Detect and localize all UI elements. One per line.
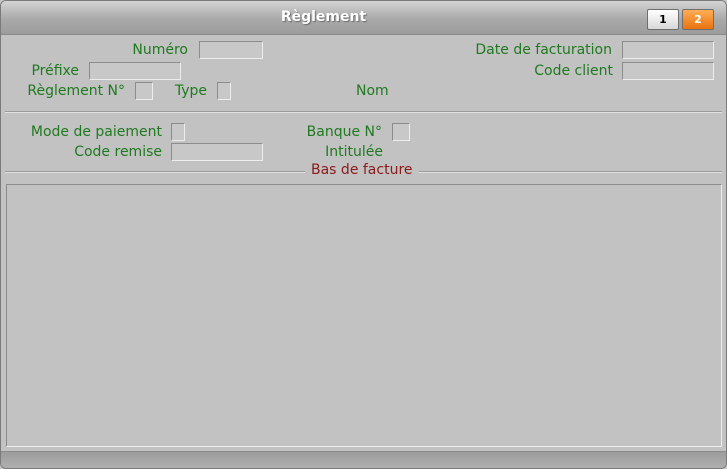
date-facturation-label: Date de facturation <box>475 42 612 58</box>
reglement-no-field[interactable] <box>135 82 153 100</box>
mode-paiement-label: Mode de paiement <box>30 124 162 140</box>
code-remise-label: Code remise <box>74 144 162 160</box>
date-facturation-field[interactable] <box>622 41 714 59</box>
bas-de-facture-title: Bas de facture <box>305 162 419 178</box>
title-bar[interactable]: Règlement 1 2 <box>1 1 726 35</box>
page-1-button[interactable]: 1 <box>647 9 679 30</box>
intitulee-label: Intitulée <box>325 144 383 160</box>
mode-paiement-field[interactable] <box>171 123 185 141</box>
prefixe-label: Préfixe <box>31 63 79 79</box>
nom-label: Nom <box>356 83 389 99</box>
reglement-no-label: Règlement N° <box>27 83 125 99</box>
type-field[interactable] <box>217 82 231 100</box>
status-bar <box>1 451 726 468</box>
numero-label: Numéro <box>132 42 188 58</box>
banque-no-label: Banque N° <box>306 124 382 140</box>
banque-no-field[interactable] <box>392 123 410 141</box>
reglement-window: Règlement 1 2 Numéro Date de facturation… <box>0 0 727 469</box>
page-2-button[interactable]: 2 <box>682 9 714 30</box>
prefixe-field[interactable] <box>89 62 181 80</box>
type-label: Type <box>174 83 207 99</box>
separator <box>5 111 722 113</box>
bas-de-facture-panel[interactable] <box>6 184 722 447</box>
code-client-label: Code client <box>534 63 613 79</box>
code-remise-field[interactable] <box>171 143 263 161</box>
numero-field[interactable] <box>199 41 263 59</box>
code-client-field[interactable] <box>622 62 714 80</box>
window-title: Règlement <box>280 9 367 25</box>
